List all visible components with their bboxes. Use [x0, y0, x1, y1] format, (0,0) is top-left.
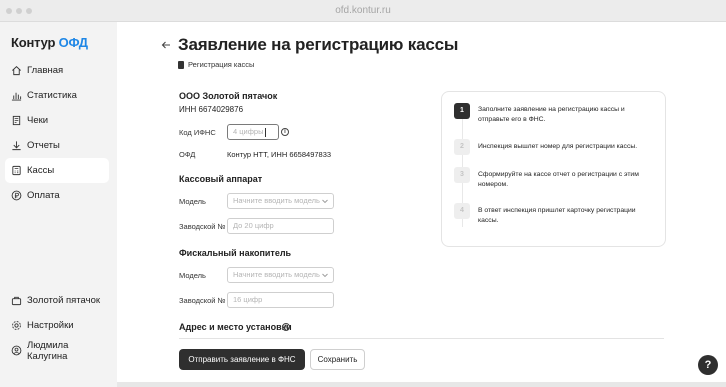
cash-register-icon — [11, 165, 22, 176]
sidebar-item-organization[interactable]: Золотой пятачок — [5, 288, 109, 313]
help-button[interactable]: ? — [698, 355, 718, 375]
sidebar-item-label: Людмила Калугина — [27, 339, 69, 362]
receipt-icon — [11, 115, 22, 126]
kkt-model-select[interactable]: Начните вводить модель — [227, 193, 334, 209]
fn-model-label: Модель — [179, 271, 206, 280]
user-icon — [11, 345, 22, 356]
organization-icon — [11, 295, 22, 306]
home-icon — [11, 65, 22, 76]
kkt-model-label: Модель — [179, 197, 206, 206]
fn-serial-label: Заводской № — [179, 296, 226, 305]
address-section-label: Адрес и место установки — [179, 322, 292, 332]
logo-brand: Контур — [11, 35, 56, 50]
sidebar-item-reports[interactable]: Отчеты — [5, 133, 109, 158]
logo-product: ОФД — [58, 35, 88, 50]
gear-icon — [11, 320, 22, 331]
step-text-4: В ответ инспекция пришлет карточку регис… — [478, 207, 636, 224]
fn-model-select[interactable]: Начните вводить модель — [227, 267, 334, 283]
logo[interactable]: Контур ОФД — [11, 35, 88, 50]
step-number-2: 2 — [454, 139, 470, 155]
kkt-serial-placeholder: До 20 цифр — [233, 221, 274, 230]
sidebar-item-statistics[interactable]: Статистика — [5, 83, 109, 108]
sidebar-item-label: Главная — [27, 65, 64, 76]
sidebar-item-label: Настройки — [27, 320, 74, 331]
breadcrumb-label: Регистрация кассы — [188, 60, 255, 69]
document-icon — [178, 60, 184, 69]
step-text-2: Инспекция вышлет номер для регистрации к… — [478, 143, 638, 150]
sidebar-item-settings[interactable]: Настройки — [5, 313, 109, 338]
kkt-model-placeholder: Начните вводить модель — [233, 196, 320, 205]
organization-name: ООО Золотой пятачок — [179, 91, 278, 101]
kkt-serial-label: Заводской № — [179, 222, 226, 231]
sidebar-item-cash-registers[interactable]: Кассы — [5, 158, 109, 183]
chevron-down-icon — [322, 199, 328, 204]
sidebar-item-payment[interactable]: Оплата — [5, 183, 109, 208]
step-number-3: 3 — [454, 167, 470, 183]
fn-section-title: Фискальный накопитель — [179, 248, 292, 258]
sidebar-item-label: Кассы — [27, 165, 55, 176]
sidebar: Контур ОФД Главная Статистика Чеки Отчет… — [0, 22, 117, 387]
chevron-down-icon — [322, 273, 328, 278]
download-icon — [11, 140, 22, 151]
address-section-title: Адрес и место установки — [179, 322, 292, 332]
kkt-serial-input[interactable]: До 20 цифр — [227, 218, 334, 234]
step-number-4: 4 — [454, 203, 470, 219]
browser-titlebar: ofd.kontur.ru — [0, 0, 726, 22]
address-bar-url[interactable]: ofd.kontur.ru — [0, 5, 726, 16]
info-icon[interactable]: i — [281, 128, 289, 136]
fn-model-placeholder: Начните вводить модель — [233, 270, 320, 279]
ofd-label: ОФД — [179, 150, 196, 159]
sidebar-item-label: Статистика — [27, 90, 77, 101]
sidebar-item-user[interactable]: Людмила Калугина — [5, 338, 109, 363]
back-arrow-icon[interactable] — [160, 39, 172, 51]
breadcrumb[interactable]: Регистрация кассы — [178, 60, 254, 69]
sidebar-item-label: Отчеты — [27, 140, 60, 151]
step-text-3: Сформируйте на кассе отчет о регистрации… — [478, 171, 639, 188]
organization-inn: ИНН 6674029876 — [179, 105, 244, 114]
ifns-code-input[interactable]: 4 цифры — [227, 124, 279, 140]
sidebar-item-label: Золотой пятачок — [27, 295, 101, 306]
ruble-icon — [11, 190, 22, 201]
fn-serial-input[interactable]: 16 цифр — [227, 292, 334, 308]
ofd-value: Контур НТТ, ИНН 6658497833 — [227, 150, 332, 159]
ifns-placeholder: 4 цифры — [233, 127, 264, 136]
address-info-icon[interactable]: i — [282, 323, 290, 331]
kkt-section-title: Кассовый аппарат — [179, 174, 263, 184]
divider — [179, 338, 664, 339]
page-title: Заявление на регистрацию кассы — [178, 35, 459, 54]
steps-card: 1 Заполните заявление на регистрацию кас… — [441, 91, 666, 247]
sidebar-item-home[interactable]: Главная — [5, 58, 109, 83]
sidebar-item-receipts[interactable]: Чеки — [5, 108, 109, 133]
save-button[interactable]: Сохранить — [310, 349, 365, 370]
chart-icon — [11, 90, 22, 101]
sidebar-item-label: Оплата — [27, 190, 60, 201]
submit-to-fns-button[interactable]: Отправить заявление в ФНС — [179, 349, 305, 370]
sidebar-item-label: Чеки — [27, 115, 49, 126]
step-number-1: 1 — [454, 103, 470, 119]
step-text-1: Заполните заявление на регистрацию кассы… — [478, 106, 625, 123]
text-caret — [265, 127, 267, 137]
ifns-label: Код ИФНС — [179, 128, 216, 137]
fn-serial-placeholder: 16 цифр — [233, 295, 263, 304]
